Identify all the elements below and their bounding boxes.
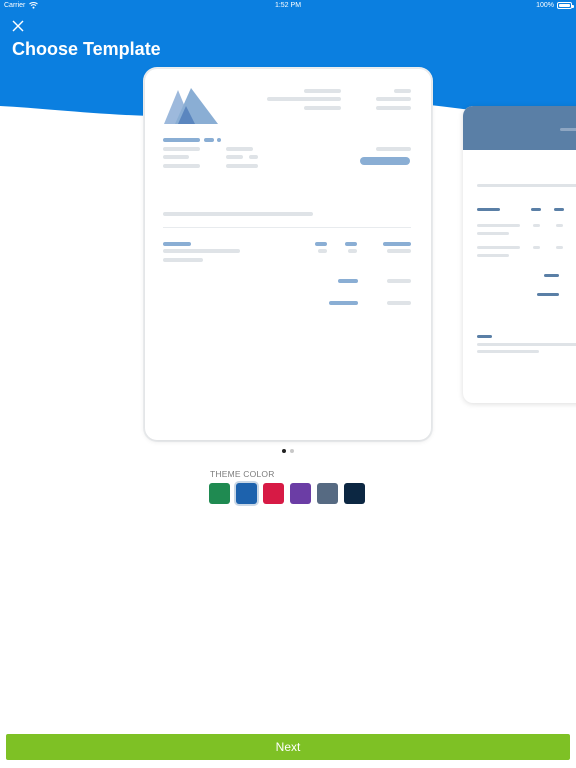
template-logo-icon [164, 88, 218, 124]
template-card-1[interactable] [145, 69, 431, 440]
template-preview-2 [463, 106, 576, 353]
swatch-slate[interactable] [317, 483, 338, 504]
status-bar: Carrier 1:52 PM 100% [0, 0, 576, 12]
battery-percent: 100% [536, 2, 554, 9]
page-title: Choose Template [12, 39, 161, 59]
battery-icon [557, 2, 574, 9]
template-preview-1 [163, 88, 411, 305]
swatch-navy[interactable] [344, 483, 365, 504]
template-card-2[interactable] [463, 106, 576, 403]
clock: 1:52 PM [274, 2, 302, 9]
close-icon[interactable] [9, 17, 27, 35]
swatch-red[interactable] [263, 483, 284, 504]
page-dot-2[interactable] [290, 449, 294, 453]
page-dot-1[interactable] [282, 449, 286, 453]
next-button[interactable]: Next [6, 734, 570, 760]
swatch-purple[interactable] [290, 483, 311, 504]
theme-color-label: THEME COLOR [210, 469, 275, 479]
swatch-green[interactable] [209, 483, 230, 504]
swatch-blue[interactable] [236, 483, 257, 504]
